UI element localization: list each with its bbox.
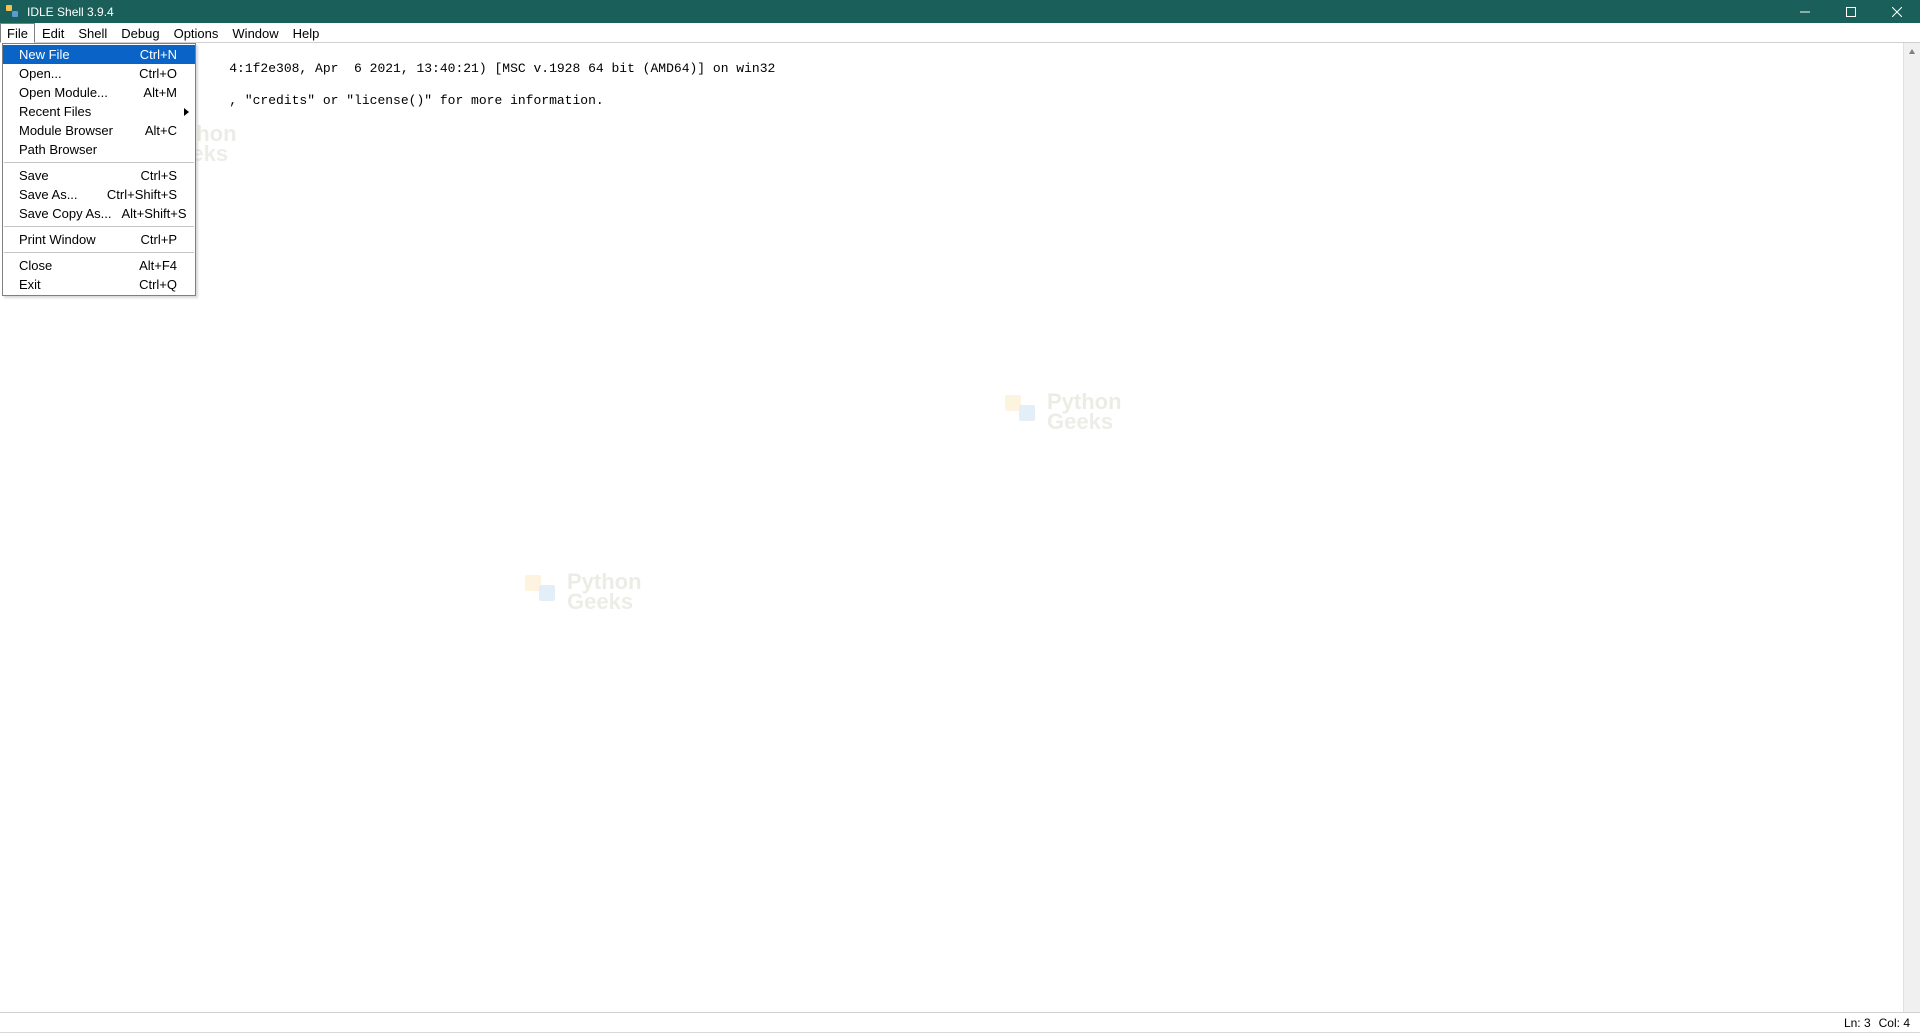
minimize-button[interactable] <box>1782 0 1828 23</box>
menu-file[interactable]: File <box>0 23 35 43</box>
window-controls <box>1782 0 1920 23</box>
menuitem-accelerator: Ctrl+O <box>139 66 177 81</box>
menuitem-label: Path Browser <box>19 142 177 157</box>
menuitem-recent-files[interactable]: Recent Files <box>3 102 195 121</box>
scroll-up-icon[interactable] <box>1904 43 1920 60</box>
window-title: IDLE Shell 3.9.4 <box>27 5 114 19</box>
menuitem-module-browser[interactable]: Module Browser Alt+C <box>3 121 195 140</box>
menuitem-label: Save As... <box>19 187 97 202</box>
shell-line-2: , "credits" or "license()" for more info… <box>229 93 603 108</box>
menuitem-label: Exit <box>19 277 129 292</box>
titlebar: IDLE Shell 3.9.4 <box>0 0 1920 23</box>
menuitem-accelerator: Ctrl+N <box>140 47 177 62</box>
watermark: PythonGeeks <box>1005 391 1122 433</box>
maximize-button[interactable] <box>1828 0 1874 23</box>
app-icon <box>5 4 21 20</box>
menuitem-save-copy-as[interactable]: Save Copy As... Alt+Shift+S <box>3 204 195 223</box>
menuitem-close[interactable]: Close Alt+F4 <box>3 256 195 275</box>
vertical-scrollbar[interactable] <box>1903 43 1920 1012</box>
status-line: Ln: 3 <box>1844 1016 1871 1030</box>
menu-separator <box>4 162 194 163</box>
status-column: Col: 4 <box>1879 1016 1910 1030</box>
shell-line-1: 4:1f2e308, Apr 6 2021, 13:40:21) [MSC v.… <box>229 61 775 76</box>
menuitem-label: Save Copy As... <box>19 206 112 221</box>
menu-separator <box>4 252 194 253</box>
menuitem-path-browser[interactable]: Path Browser <box>3 140 195 159</box>
menuitem-accelerator: Ctrl+P <box>141 232 177 247</box>
menuitem-print-window[interactable]: Print Window Ctrl+P <box>3 230 195 249</box>
menu-options[interactable]: Options <box>167 23 226 42</box>
watermark: PythonGeeks <box>525 571 642 613</box>
menuitem-label: Open Module... <box>19 85 133 100</box>
menuitem-accelerator: Ctrl+S <box>141 168 177 183</box>
menuitem-accelerator: Ctrl+Q <box>139 277 177 292</box>
menuitem-label: Close <box>19 258 129 273</box>
menuitem-accelerator: Alt+M <box>143 85 177 100</box>
close-button[interactable] <box>1874 0 1920 23</box>
menubar: FileEditShellDebugOptionsWindowHelp <box>0 23 1920 43</box>
menuitem-accelerator: Alt+C <box>145 123 177 138</box>
menuitem-label: Open... <box>19 66 129 81</box>
shell-output: 4:1f2e308, Apr 6 2021, 13:40:21) [MSC v.… <box>0 43 1920 127</box>
menu-help[interactable]: Help <box>286 23 327 42</box>
menuitem-label: New File <box>19 47 130 62</box>
menu-debug[interactable]: Debug <box>114 23 166 42</box>
menuitem-save-as[interactable]: Save As... Ctrl+Shift+S <box>3 185 195 204</box>
file-menu-dropdown: New File Ctrl+N Open... Ctrl+O Open Module..… <box>2 43 196 296</box>
menu-separator <box>4 226 194 227</box>
menu-window[interactable]: Window <box>225 23 285 42</box>
editor-area[interactable]: 4:1f2e308, Apr 6 2021, 13:40:21) [MSC v.… <box>0 43 1920 1012</box>
menuitem-open-module[interactable]: Open Module... Alt+M <box>3 83 195 102</box>
menuitem-label: Module Browser <box>19 123 135 138</box>
menuitem-save[interactable]: Save Ctrl+S <box>3 166 195 185</box>
menuitem-label: Print Window <box>19 232 131 247</box>
menu-shell[interactable]: Shell <box>71 23 114 42</box>
chevron-right-icon <box>184 108 189 116</box>
menu-edit[interactable]: Edit <box>35 23 71 42</box>
menuitem-label: Recent Files <box>19 104 177 119</box>
menuitem-new-file[interactable]: New File Ctrl+N <box>3 45 195 64</box>
statusbar: Ln: 3 Col: 4 <box>0 1012 1920 1032</box>
menuitem-exit[interactable]: Exit Ctrl+Q <box>3 275 195 294</box>
menuitem-label: Save <box>19 168 131 183</box>
menuitem-accelerator: Alt+Shift+S <box>122 206 187 221</box>
menuitem-accelerator: Alt+F4 <box>139 258 177 273</box>
menuitem-accelerator: Ctrl+Shift+S <box>107 187 177 202</box>
menuitem-open[interactable]: Open... Ctrl+O <box>3 64 195 83</box>
